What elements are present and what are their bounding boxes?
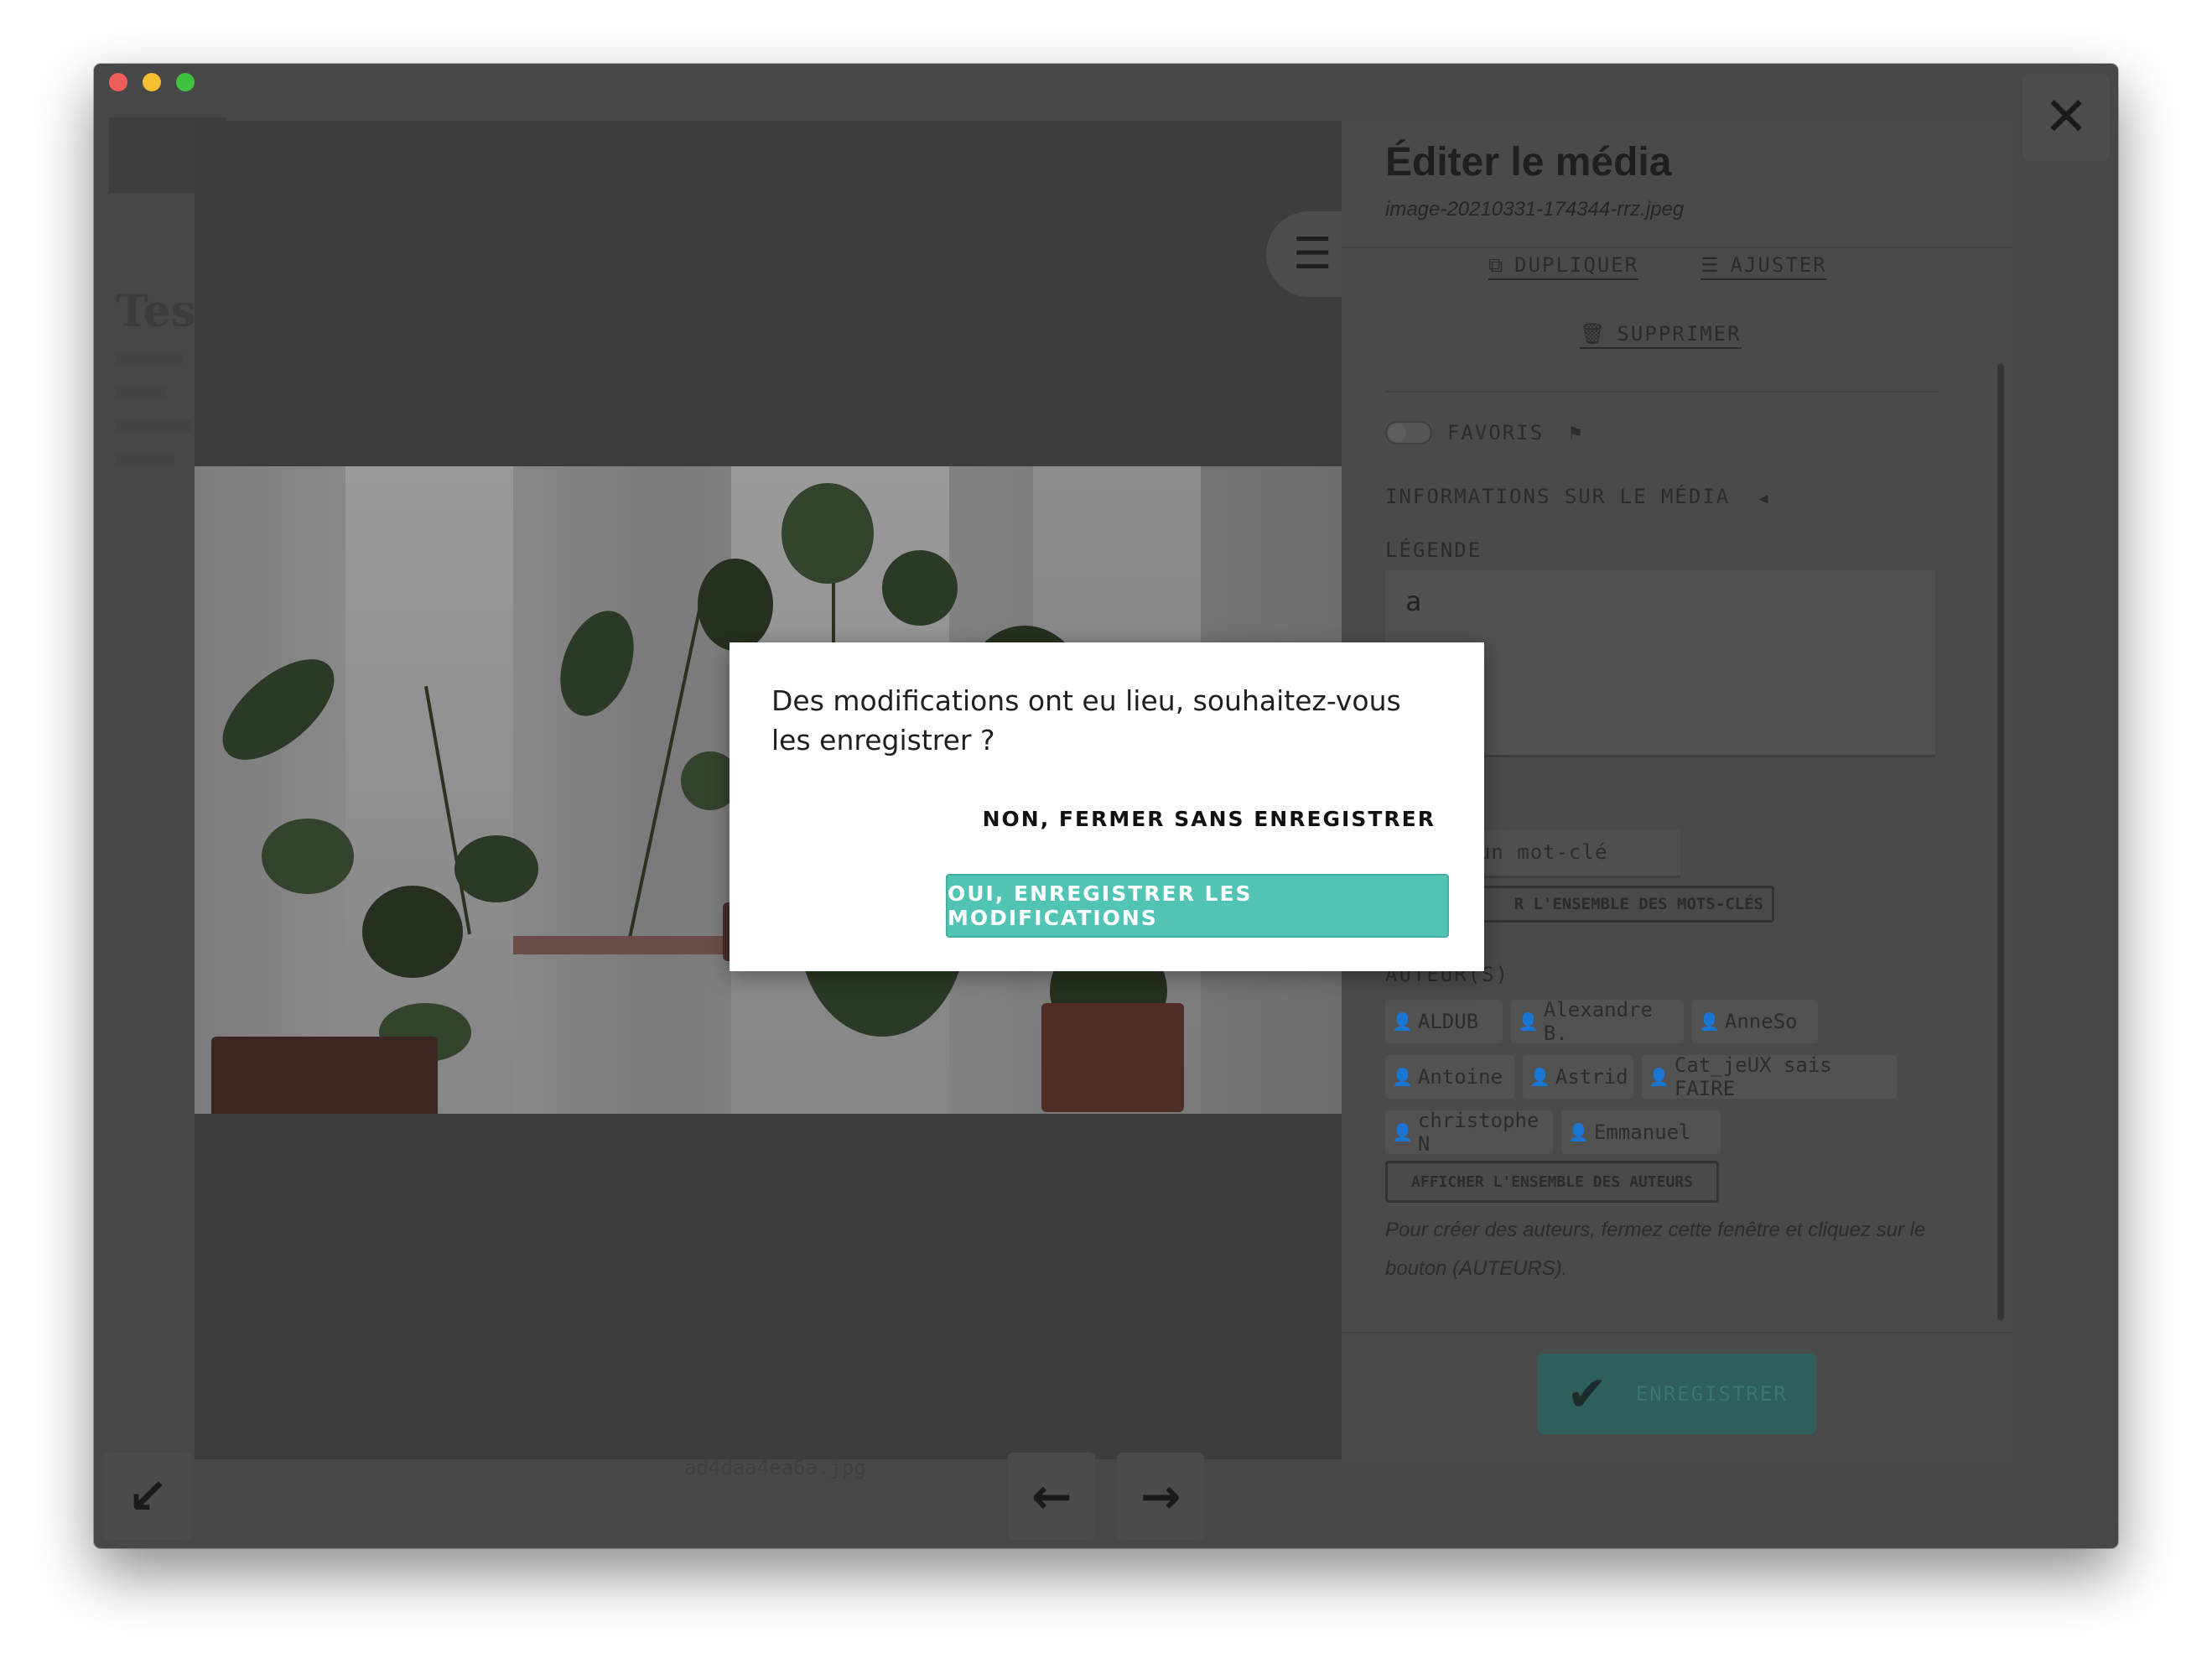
save-button[interactable]: ✔ ENREGISTRER	[1538, 1354, 1816, 1434]
dialog-message: Des modifications ont eu lieu, souhaitez…	[771, 684, 1401, 756]
arrow-left-icon: ←	[1031, 1468, 1072, 1525]
delete-label: SUPPRIMER	[1617, 322, 1742, 346]
media-filename: image-20210331-174344-rrz.jpeg	[1385, 198, 1685, 221]
close-icon: ✕	[2043, 86, 2089, 148]
duplicate-label: DUPLIQUER	[1514, 253, 1639, 277]
background-text-line	[116, 420, 191, 432]
background-text-line	[116, 387, 166, 398]
close-without-saving-button[interactable]: NON, FERMER SANS ENREGISTRER	[983, 807, 1436, 831]
user-icon: 👤	[1649, 1067, 1669, 1087]
check-icon: ✔	[1566, 1365, 1607, 1422]
adjust-label: AJUSTER	[1730, 253, 1827, 277]
arrow-down-left-icon: ↙	[127, 1468, 169, 1525]
save-changes-button[interactable]: OUI, ENREGISTRER LES MODIFICATIONS	[946, 874, 1449, 938]
media-info-toggle[interactable]: INFORMATIONS SUR LE MÉDIA ◀	[1385, 485, 1770, 508]
author-chip[interactable]: 👤 Cat_jeUX sais FAIRE	[1642, 1053, 1897, 1100]
footer-divider	[1342, 1332, 2012, 1333]
previous-media-button[interactable]: ←	[1008, 1453, 1095, 1540]
actions-divider	[1385, 391, 1939, 393]
author-chip[interactable]: 👤 Astrid	[1523, 1055, 1633, 1099]
trash-icon: 🗑	[1580, 322, 1607, 346]
author-chip[interactable]: 👤 Emmanuel	[1561, 1110, 1721, 1154]
delete-button[interactable]: 🗑 SUPPRIMER	[1580, 322, 1742, 349]
caption-label: LÉGENDE	[1385, 538, 1482, 562]
caption-value: a	[1405, 585, 1422, 617]
duplicate-icon: ⧉	[1488, 253, 1505, 277]
user-icon: 👤	[1518, 1011, 1539, 1032]
panel-scrollbar[interactable]	[1997, 364, 2004, 1320]
author-chip[interactable]: 👤 Alexandre B.	[1511, 998, 1684, 1045]
next-media-button[interactable]: →	[1117, 1453, 1204, 1540]
hamburger-menu-icon: ☰	[1292, 229, 1332, 279]
author-chip[interactable]: 👤 ALDUB	[1385, 1000, 1503, 1043]
show-all-authors-button[interactable]: AFFICHER L'ENSEMBLE DES AUTEURS	[1385, 1161, 1719, 1203]
duplicate-button[interactable]: ⧉ DUPLIQUER	[1488, 253, 1639, 280]
background-text-line	[116, 454, 174, 465]
author-chip[interactable]: 👤 christophe N	[1385, 1109, 1553, 1156]
favorites-toggle[interactable]	[1385, 421, 1432, 444]
authors-hint: Pour créer des auteurs, fermez cette fen…	[1385, 1219, 1926, 1280]
save-label: ENREGISTRER	[1635, 1382, 1788, 1406]
window-zoom-dot[interactable]	[176, 73, 195, 91]
header-divider	[1342, 247, 2012, 248]
author-chip[interactable]: 👤 AnneSo	[1692, 1000, 1818, 1043]
adjust-button[interactable]: ☰ AJUSTER	[1701, 253, 1827, 280]
media-caption-footer: ad4daa4ea6a.jpg	[684, 1456, 866, 1479]
favorites-label: FAVORIS ⚑	[1447, 421, 1584, 444]
background-text-line	[116, 353, 183, 365]
window-minimize-dot[interactable]	[143, 73, 161, 91]
user-icon: 👤	[1392, 1122, 1413, 1142]
unsaved-changes-dialog: Des modifications ont eu lieu, souhaitez…	[730, 642, 1484, 971]
user-icon: 👤	[1392, 1067, 1413, 1087]
flag-icon: ⚑	[1569, 421, 1584, 444]
collapse-icon: ◀	[1758, 490, 1770, 507]
window-close-dot[interactable]	[109, 73, 127, 91]
user-icon: 👤	[1568, 1122, 1589, 1142]
window-titlebar	[94, 64, 2118, 101]
arrow-right-icon: →	[1140, 1468, 1181, 1525]
adjust-icon: ☰	[1701, 253, 1721, 277]
panel-title: Éditer le média	[1385, 140, 1672, 185]
close-lightbox-button[interactable]: ✕	[2022, 74, 2110, 161]
user-icon: 👤	[1529, 1067, 1550, 1087]
author-chip[interactable]: 👤 Antoine	[1385, 1055, 1514, 1099]
user-icon: 👤	[1392, 1011, 1413, 1032]
user-icon: 👤	[1699, 1011, 1720, 1032]
minimize-view-button[interactable]: ↙	[104, 1453, 191, 1540]
